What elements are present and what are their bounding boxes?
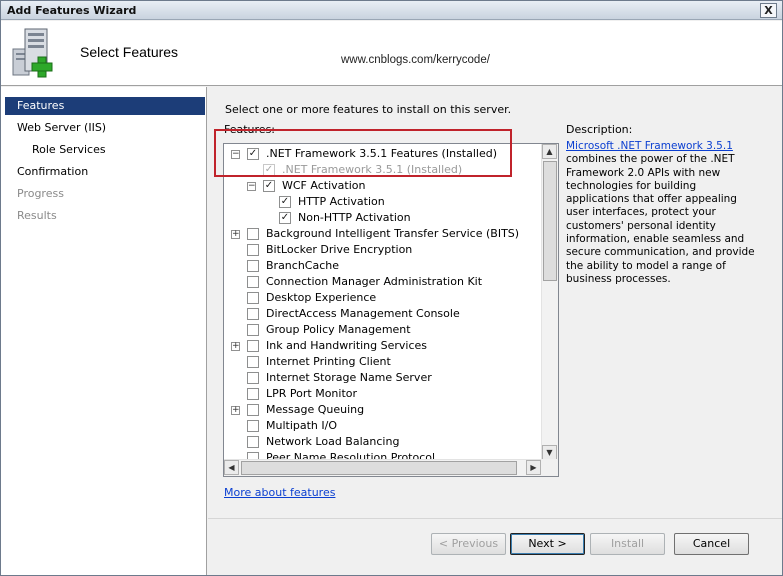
vertical-scroll-thumb[interactable] [543,161,557,281]
feature-label: Internet Printing Client [266,355,391,368]
nav-step-progress: Progress [17,187,64,200]
scroll-down-arrow-icon[interactable]: ▼ [542,445,557,460]
nav-step-results: Results [17,209,57,222]
feature-checkbox[interactable] [247,308,259,320]
feature-label: Network Load Balancing [266,435,400,448]
feature-checkbox[interactable] [247,276,259,288]
server-features-icon [12,28,53,78]
feature-label: DirectAccess Management Console [266,307,460,320]
description-panel: Microsoft .NET Framework 3.5.1 combines … [566,140,762,286]
feature-label: Group Policy Management [266,323,411,336]
feature-label: Ink and Handwriting Services [266,339,428,352]
instruction-text: Select one or more features to install o… [225,103,512,116]
feature-label: Connection Manager Administration Kit [266,275,483,288]
feature-checkbox[interactable] [247,388,259,400]
scroll-right-arrow-icon[interactable]: ▶ [526,460,541,475]
feature-checkbox[interactable] [247,324,259,336]
previous-button[interactable]: < Previous [431,533,506,555]
install-button[interactable]: Install [590,533,665,555]
feature-checkbox[interactable] [247,244,259,256]
close-icon: X [764,4,773,17]
feature-label: BranchCache [266,259,340,272]
nav-step-web-server[interactable]: Web Server (IIS) [5,119,205,137]
feature-label: BitLocker Drive Encryption [266,243,413,256]
description-text: combines the power of the .NET Framework… [566,153,755,285]
feature-checkbox[interactable] [247,356,259,368]
description-label: Description: [566,123,633,136]
vertical-scrollbar[interactable]: ▲ ▼ [541,144,558,460]
highlight-annotation-box [214,129,512,177]
scroll-up-arrow-icon[interactable]: ▲ [542,144,557,159]
feature-label: LPR Port Monitor [266,387,358,400]
expand-icon[interactable]: + [231,230,240,239]
scroll-left-arrow-icon[interactable]: ◀ [224,460,239,475]
feature-label: HTTP Activation [298,195,385,208]
description-link[interactable]: Microsoft .NET Framework 3.5.1 [566,140,733,152]
wizard-steps-nav: Features Web Server (IIS) Role Services … [1,87,207,575]
title-bar[interactable]: Add Features Wizard X [1,1,782,20]
nav-step-confirmation[interactable]: Confirmation [5,163,205,181]
nav-step-role-services[interactable]: Role Services [5,141,205,159]
feature-label: Internet Storage Name Server [266,371,432,384]
feature-checkbox[interactable] [247,260,259,272]
feature-checkbox[interactable] [247,420,259,432]
feature-checkbox[interactable] [247,436,259,448]
feature-checkbox[interactable] [247,340,259,352]
feature-label: Non-HTTP Activation [298,211,411,224]
page-title: Select Features [80,44,179,60]
feature-label: Background Intelligent Transfer Service … [266,227,520,240]
next-button[interactable]: Next > [510,533,585,555]
feature-checkbox[interactable] [247,228,259,240]
feature-label: Multipath I/O [266,419,338,432]
feature-label: Desktop Experience [266,291,377,304]
nav-step-features[interactable]: Features [5,97,205,115]
features-tree[interactable]: − ✓ .NET Framework 3.5.1 Features (Install… [223,143,559,477]
horizontal-scroll-thumb[interactable] [241,461,517,475]
feature-checkbox[interactable] [247,372,259,384]
wizard-window: Add Features Wizard X Select Features ww… [0,0,783,576]
collapse-icon[interactable]: − [247,182,256,191]
close-button[interactable]: X [760,3,777,18]
feature-checkbox[interactable]: ✓ [279,196,291,208]
feature-checkbox[interactable]: ✓ [279,212,291,224]
more-about-features-link[interactable]: More about features [224,486,335,499]
feature-label: Message Queuing [266,403,365,416]
cancel-button[interactable]: Cancel [674,533,749,555]
scrollbar-corner [541,459,558,476]
expand-icon[interactable]: + [231,406,240,415]
window-title: Add Features Wizard [7,4,137,17]
wizard-header: Select Features www.cnblogs.com/kerrycod… [1,21,782,86]
feature-checkbox[interactable]: ✓ [263,180,275,192]
feature-checkbox[interactable] [247,404,259,416]
expand-icon[interactable]: + [231,342,240,351]
feature-checkbox[interactable] [247,292,259,304]
horizontal-scrollbar[interactable]: ◀ ▶ [224,459,541,476]
feature-label: WCF Activation [282,179,366,192]
watermark-text: www.cnblogs.com/kerrycode/ [341,54,490,66]
